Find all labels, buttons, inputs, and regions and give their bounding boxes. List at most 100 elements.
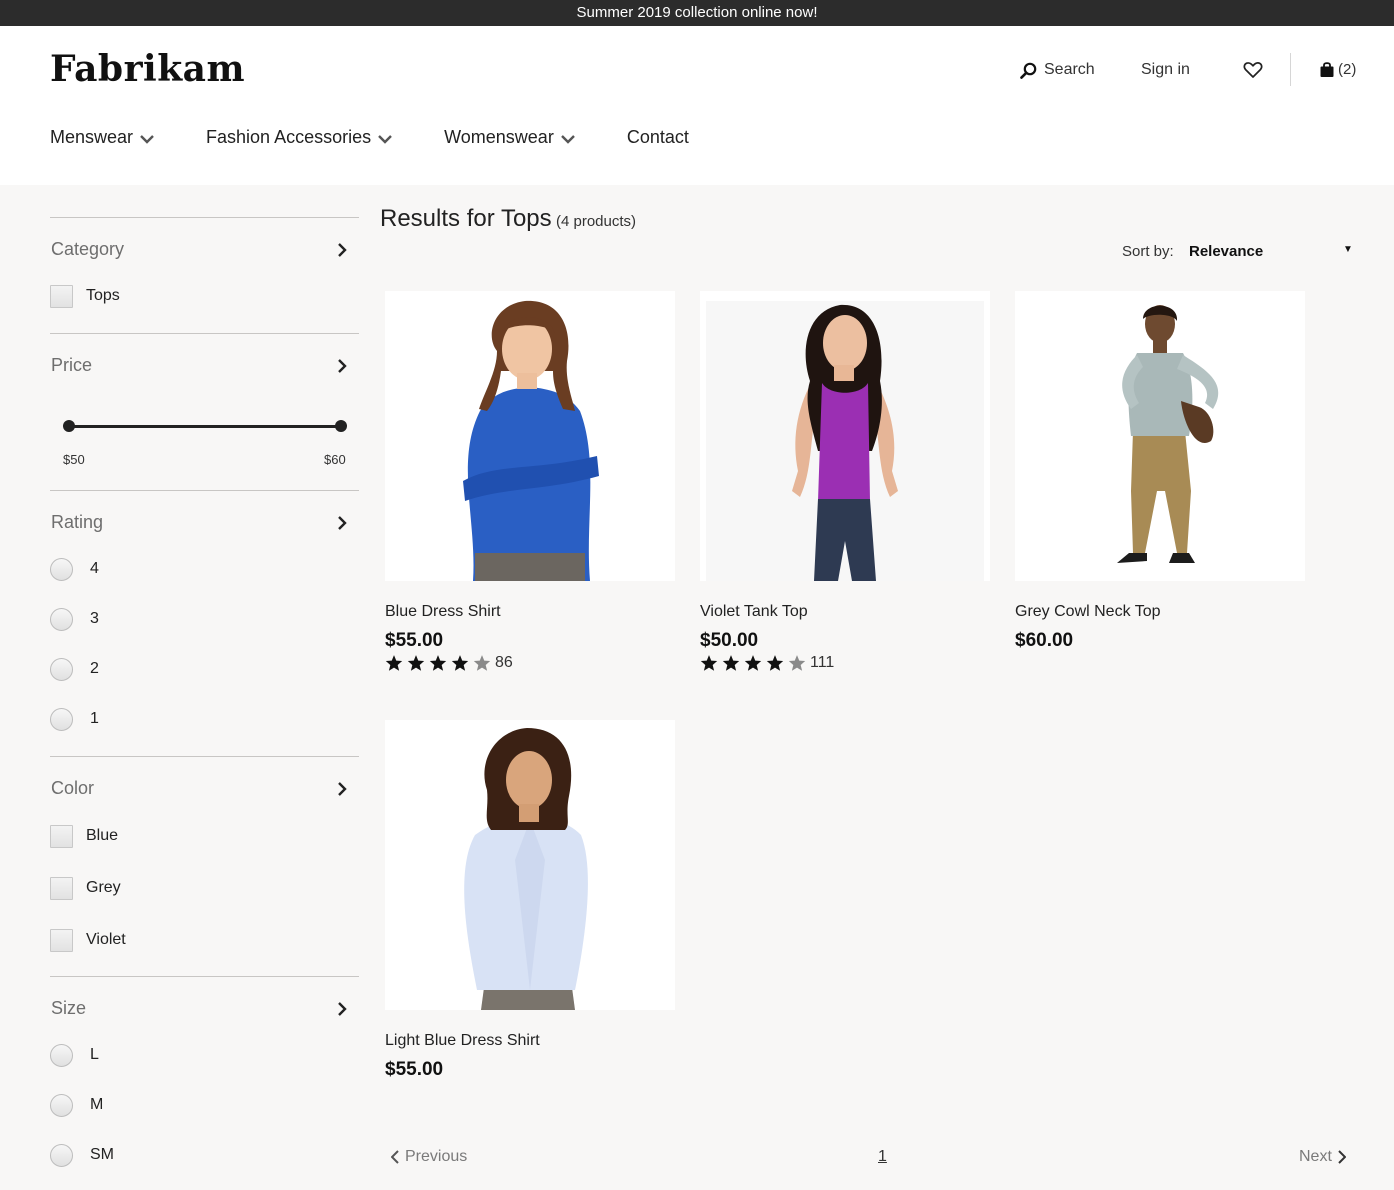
filter-option-size-l[interactable]: L: [50, 1030, 359, 1080]
option-label: SM: [90, 1146, 114, 1163]
filter-option-tops[interactable]: Tops: [50, 271, 359, 321]
option-label: 2: [90, 660, 99, 677]
star-icon: [744, 655, 762, 671]
nav-item-womenswear[interactable]: Womenswear: [444, 127, 576, 148]
slider-max-handle[interactable]: [335, 420, 347, 432]
radio-button[interactable]: [50, 1093, 73, 1117]
chevron-left-icon: [391, 1150, 399, 1164]
product-name[interactable]: Violet Tank Top: [700, 603, 990, 621]
facet-title: Rating: [51, 512, 104, 532]
product-price: $55.00: [385, 630, 444, 651]
option-label: Tops: [86, 287, 120, 304]
filter-option-size-m[interactable]: M: [50, 1080, 359, 1130]
star-icon: [700, 655, 718, 671]
search-label: Search: [1044, 61, 1095, 78]
product-price: $55.00: [385, 1059, 444, 1080]
filter-option-blue[interactable]: Blue: [50, 810, 359, 862]
signin-link[interactable]: Sign in: [1141, 61, 1190, 79]
caret-down-icon[interactable]: ▼: [1343, 244, 1353, 255]
promo-banner: Summer 2019 collection online now!: [0, 0, 1394, 26]
filter-option-violet[interactable]: Violet: [50, 914, 359, 966]
facet-price: Price $50 $60: [50, 333, 359, 490]
product-name[interactable]: Light Blue Dress Shirt: [385, 1032, 675, 1050]
heart-icon[interactable]: [1243, 60, 1263, 80]
facet-size: Size L M SM: [50, 976, 359, 1180]
product-image[interactable]: [385, 291, 675, 581]
product-price: $50.00: [700, 630, 759, 651]
radio-button[interactable]: [50, 557, 73, 581]
slider-min-handle[interactable]: [63, 420, 75, 432]
results-title: Results for Tops: [380, 205, 552, 232]
product-image[interactable]: [1015, 291, 1305, 581]
sort-dropdown[interactable]: Relevance: [1189, 243, 1263, 260]
star-icon: [429, 655, 447, 671]
checkbox[interactable]: [50, 876, 73, 900]
pagination-page-1[interactable]: 1: [878, 1148, 887, 1166]
cart-count: (2): [1338, 61, 1357, 78]
pagination-previous-label: Previous: [405, 1148, 468, 1165]
chevron-down-icon: [560, 134, 575, 144]
filter-option-rating-3[interactable]: 3: [50, 594, 359, 644]
cart-button[interactable]: (2): [1319, 61, 1356, 78]
star-icon: [451, 655, 469, 671]
pagination-next[interactable]: Next: [1299, 1148, 1346, 1166]
chevron-right-icon: [338, 515, 347, 530]
radio-button[interactable]: [50, 607, 73, 631]
product-image[interactable]: [700, 291, 990, 581]
nav-item-label: Womenswear: [444, 127, 554, 147]
nav-item-label: Contact: [626, 127, 689, 147]
nav-item-fashion-accessories[interactable]: Fashion Accessories: [206, 127, 393, 148]
product-card[interactable]: Grey Cowl Neck Top $60.00: [1015, 291, 1305, 652]
facet-title: Color: [51, 778, 95, 798]
brand-logo[interactable]: Fabrikam: [50, 48, 245, 90]
sort-label: Sort by:: [1122, 243, 1174, 260]
pagination-previous[interactable]: Previous: [391, 1148, 467, 1166]
filter-option-rating-4[interactable]: 4: [50, 544, 359, 594]
product-card[interactable]: Violet Tank Top $50.00 111: [700, 291, 990, 672]
option-label: L: [90, 1046, 99, 1063]
filter-option-grey[interactable]: Grey: [50, 862, 359, 914]
radio-button[interactable]: [50, 1143, 73, 1167]
product-name[interactable]: Blue Dress Shirt: [385, 603, 675, 621]
search-icon: [1020, 62, 1037, 79]
search-button[interactable]: Search: [1020, 61, 1095, 79]
price-range-slider: $50 $60: [50, 334, 359, 475]
radio-button[interactable]: [50, 707, 73, 731]
option-label: Blue: [86, 827, 119, 844]
radio-button[interactable]: [50, 657, 73, 681]
star-icon: [407, 655, 425, 671]
filter-sidebar: Category Tops Price $50 $60 Rating 4 3 2…: [50, 217, 359, 1180]
results-count: (4 products): [556, 213, 637, 230]
filter-option-rating-1[interactable]: 1: [50, 694, 359, 744]
chevron-down-icon: [140, 134, 154, 144]
filter-option-size-sm[interactable]: SM: [50, 1130, 359, 1180]
product-rating: 86: [385, 654, 675, 672]
facet-rating: Rating 4 3 2 1: [50, 490, 359, 744]
option-label: 4: [90, 560, 99, 577]
star-icon: [722, 655, 740, 671]
nav-item-menswear[interactable]: Menswear: [50, 127, 155, 148]
product-name[interactable]: Grey Cowl Neck Top: [1015, 603, 1305, 621]
chevron-right-icon: [338, 1001, 347, 1016]
product-card[interactable]: Light Blue Dress Shirt $55.00: [385, 720, 675, 1081]
option-label: M: [90, 1096, 104, 1113]
facet-title: Category: [51, 239, 125, 259]
product-rating: 111: [700, 654, 990, 672]
radio-button[interactable]: [50, 1043, 73, 1067]
filter-option-rating-2[interactable]: 2: [50, 644, 359, 694]
product-image[interactable]: [385, 720, 675, 1010]
star-empty-icon: [788, 655, 806, 671]
nav-item-label: Menswear: [50, 127, 134, 147]
nav-item-contact[interactable]: Contact: [627, 127, 689, 148]
slider-track[interactable]: [68, 425, 341, 428]
chevron-right-icon: [1338, 1150, 1346, 1164]
product-price: $60.00: [1015, 630, 1074, 651]
price-max-label: $60: [324, 452, 346, 467]
option-label: Violet: [86, 931, 126, 948]
nav-item-label: Fashion Accessories: [206, 127, 372, 147]
option-label: 3: [90, 610, 99, 627]
checkbox[interactable]: [50, 824, 73, 848]
checkbox[interactable]: [50, 284, 73, 308]
checkbox[interactable]: [50, 928, 73, 952]
product-card[interactable]: Blue Dress Shirt $55.00 86: [385, 291, 675, 672]
